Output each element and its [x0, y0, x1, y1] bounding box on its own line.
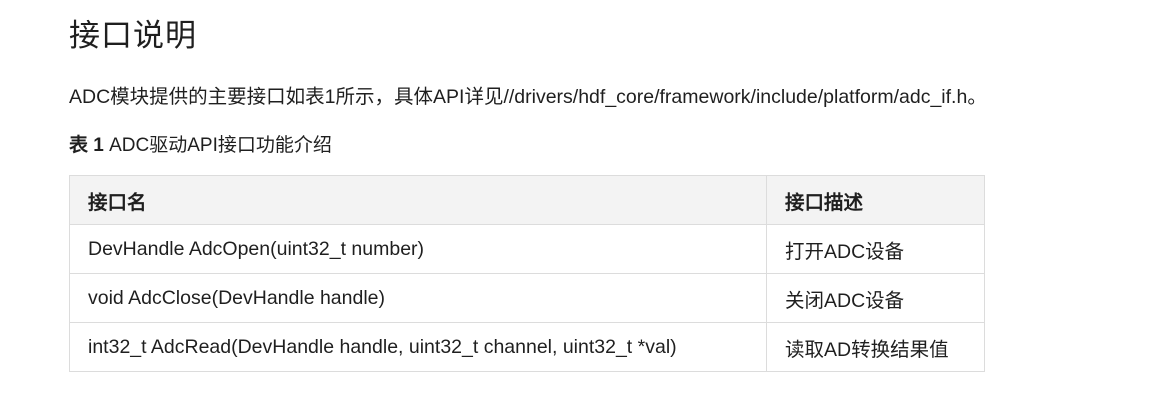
section-heading: 接口说明 — [69, 18, 197, 53]
table-caption: 表 1 ADC驱动API接口功能介绍 — [69, 130, 332, 157]
api-table: 接口名 接口描述 DevHandle AdcOpen(uint32_t numb… — [69, 175, 985, 372]
interface-description-cell: 读取AD转换结果值 — [766, 322, 985, 372]
intro-paragraph: ADC模块提供的主要接口如表1所示，具体API详见//drivers/hdf_c… — [69, 86, 987, 108]
table-caption-text: ADC驱动API接口功能介绍 — [103, 135, 332, 156]
interface-name-cell: int32_t AdcRead(DevHandle handle, uint32… — [69, 322, 767, 372]
interface-description-cell: 关闭ADC设备 — [766, 273, 985, 323]
table-row: DevHandle AdcOpen(uint32_t number) 打开ADC… — [69, 224, 985, 274]
table-row: void AdcClose(DevHandle handle) 关闭ADC设备 — [69, 273, 985, 323]
table-header-row: 接口名 接口描述 — [69, 175, 985, 225]
interface-name-cell: DevHandle AdcOpen(uint32_t number) — [69, 224, 767, 274]
table-caption-label: 表 1 — [69, 135, 104, 156]
interface-name-cell: void AdcClose(DevHandle handle) — [69, 273, 767, 323]
table-row: int32_t AdcRead(DevHandle handle, uint32… — [69, 322, 985, 372]
interface-description-cell: 打开ADC设备 — [766, 224, 985, 274]
header-interface-name: 接口名 — [69, 175, 767, 225]
header-interface-description: 接口描述 — [766, 175, 985, 225]
